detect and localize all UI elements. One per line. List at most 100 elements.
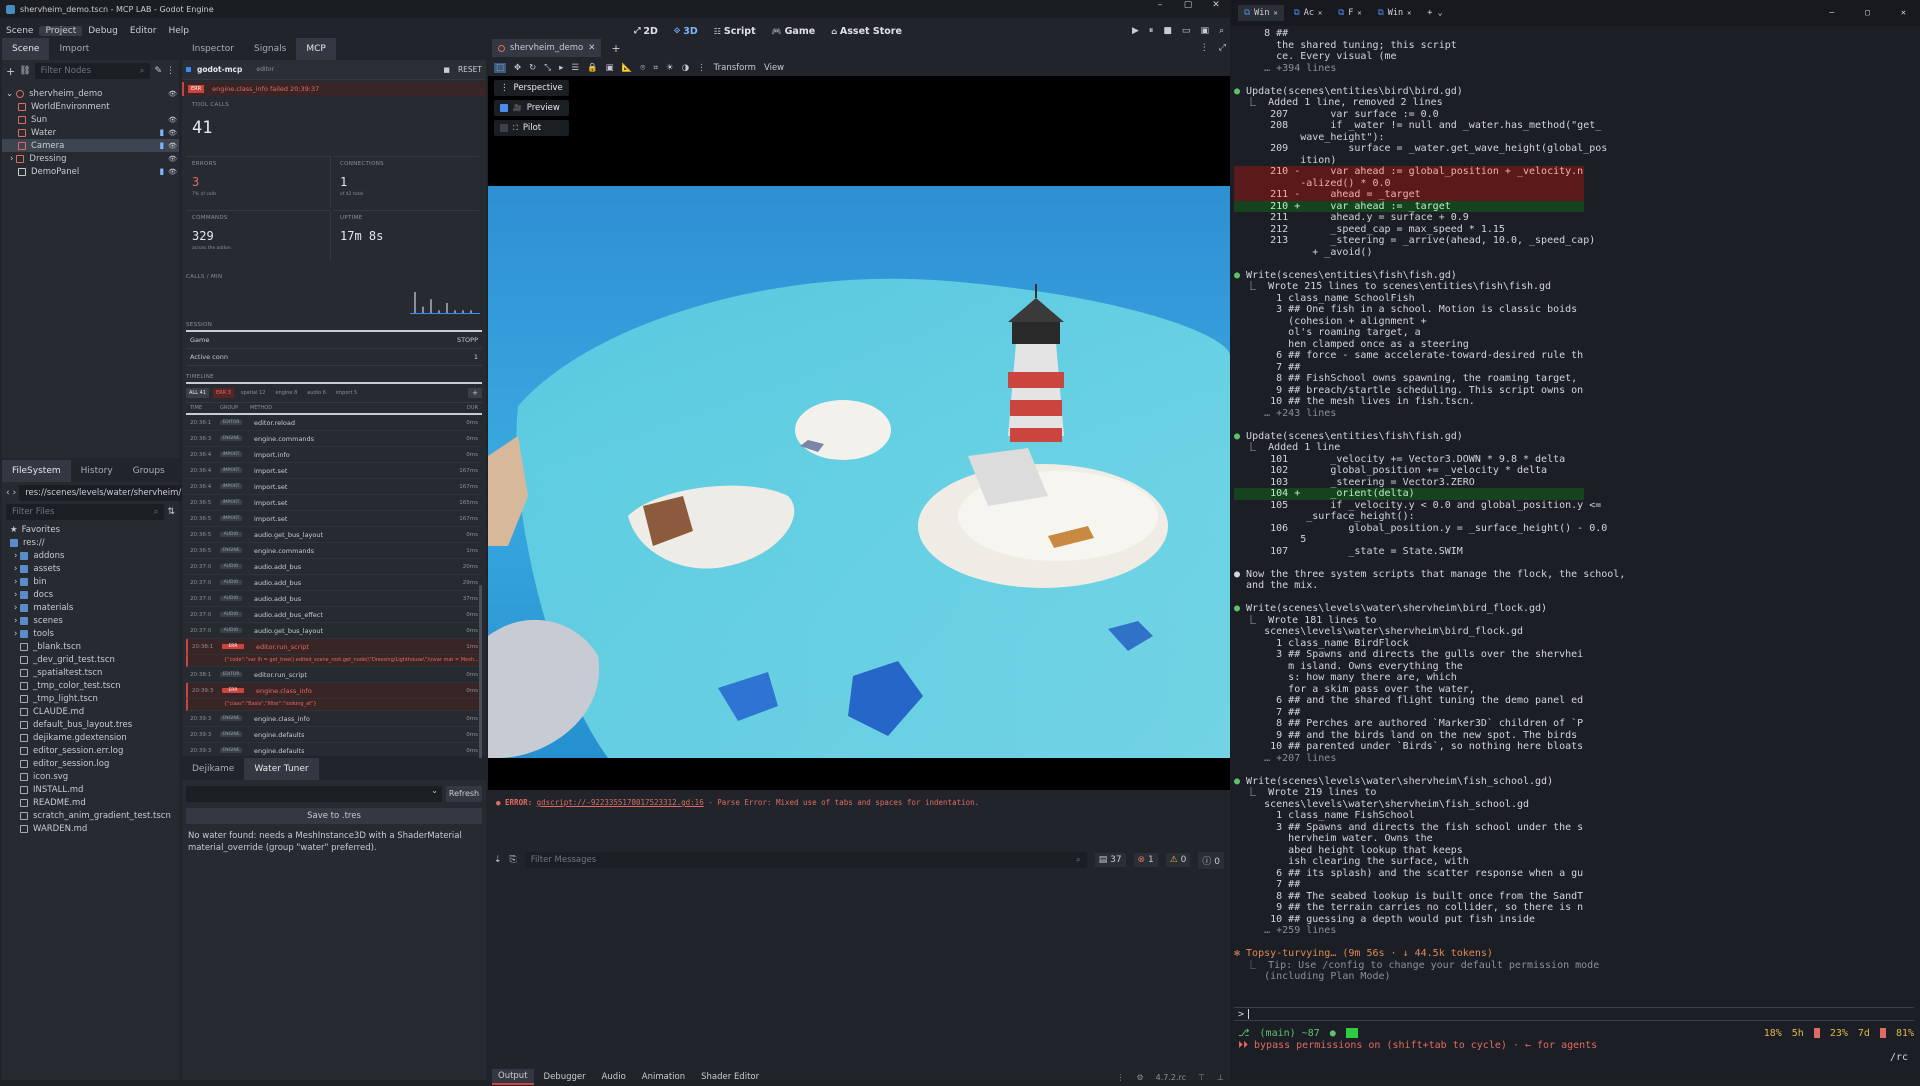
select-mode-icon[interactable]: ▸ <box>559 63 563 73</box>
timeline-scrollbar[interactable] <box>479 585 482 765</box>
timeline-row[interactable]: 20:38:1 ERR editor.run_script 1ms <box>186 639 482 655</box>
close-icon[interactable]: ✕ <box>1202 0 1230 10</box>
folder-item[interactable]: › materials <box>2 601 179 614</box>
folder-item[interactable]: res:// <box>2 536 179 549</box>
timeline-row[interactable]: 20:36:1 EDITOR editor.reload 0ms <box>186 415 482 431</box>
timeline-row[interactable]: 20:39:3 ENGINE engine.defaults 0ms <box>186 727 482 743</box>
warning-count[interactable]: ⚠ 0 <box>1165 853 1191 867</box>
terminal-tab[interactable]: ⧉ Ac ✕ <box>1288 5 1329 21</box>
close-tab-icon[interactable]: ✕ <box>1273 9 1277 17</box>
scene-node[interactable]: Water ▮ 👁 <box>2 126 179 139</box>
menu-help[interactable]: Help <box>163 26 196 36</box>
file-item[interactable]: README.md <box>2 796 179 809</box>
expand-icon[interactable]: › <box>14 577 17 587</box>
tab-filesystem[interactable]: FileSystem <box>2 460 71 482</box>
file-item[interactable]: icon.svg <box>2 770 179 783</box>
tab-dejikame[interactable]: Dejikame <box>182 758 244 780</box>
close-tab-icon[interactable]: ✕ <box>1407 9 1411 17</box>
visibility-icon[interactable]: 👁 <box>168 129 177 137</box>
back-icon[interactable]: ‹ <box>6 488 10 498</box>
timeline-row[interactable]: 20:39:3 ENGINE engine.class_info 0ms <box>186 711 482 727</box>
local-space-icon[interactable]: ⌾ <box>640 63 645 73</box>
timeline-row[interactable]: 20:36:4 IMPORT import.set 167ms <box>186 479 482 495</box>
workspace-game[interactable]: 🎮 Game <box>766 23 822 40</box>
env-preview-icon[interactable]: ◑ <box>682 63 689 73</box>
folder-item[interactable]: › addons <box>2 549 179 562</box>
transform-menu[interactable]: Transform <box>714 63 756 73</box>
file-item[interactable]: _blank.tscn <box>2 640 179 653</box>
timeline-row[interactable]: 20:36:5 IMPORT import.set 167ms <box>186 511 482 527</box>
terminal-window-controls[interactable]: – ▢ ✕ <box>1829 8 1906 18</box>
script-attached-icon[interactable]: ▮ <box>159 167 164 177</box>
panel-kebab-icon[interactable]: ⋮ <box>1116 1073 1124 1082</box>
file-item[interactable]: CLAUDE.md <box>2 705 179 718</box>
bottom-tab-animation[interactable]: Animation <box>636 1070 691 1084</box>
close-tab-icon[interactable]: ✕ <box>1357 9 1361 17</box>
file-item[interactable]: editor_session.err.log <box>2 744 179 757</box>
timeline-row[interactable]: 20:37:0 AUDIO audio.add_bus 37ms <box>186 591 482 607</box>
list-select-icon[interactable]: ☰ <box>571 63 579 73</box>
bottom-tab-debugger[interactable]: Debugger <box>538 1070 592 1084</box>
close-tab-icon[interactable]: ✕ <box>1318 9 1322 17</box>
timeline-row[interactable]: 20:36:5 ENGINE engine.commands 1ms <box>186 543 482 559</box>
file-item[interactable]: INSTALL.md <box>2 783 179 796</box>
file-item[interactable]: editor_session.log <box>2 757 179 770</box>
scene-node[interactable]: DemoPanel ▮ 👁 <box>2 165 179 178</box>
maximize-icon[interactable]: ▢ <box>1174 0 1202 10</box>
workspace-2d[interactable]: ⤢ 2D <box>628 23 664 40</box>
timeline-row[interactable]: 20:36:4 IMPORT import.set 167ms <box>186 463 482 479</box>
3d-viewport[interactable]: ⋮ Perspective 🎥 Preview ⛶ Pilot <box>488 76 1230 790</box>
move-tool-icon[interactable]: ✥ <box>514 63 521 73</box>
tab-groups[interactable]: Groups <box>123 460 175 482</box>
visibility-icon[interactable]: 👁 <box>168 155 177 163</box>
tab-water-tuner[interactable]: Water Tuner <box>244 758 319 780</box>
visibility-icon[interactable]: 👁 <box>168 90 177 98</box>
refresh-button[interactable]: Refresh <box>446 786 482 802</box>
filter-chip[interactable]: audio 6 <box>304 388 329 398</box>
terminal-tab[interactable]: ⧉ F ✕ <box>1332 5 1367 21</box>
file-item[interactable]: _spatialtest.tscn <box>2 666 179 679</box>
scene-node[interactable]: › Dressing 👁 <box>2 152 179 165</box>
filter-chip[interactable]: spatial 12 <box>238 388 269 398</box>
remote-debug-icon[interactable]: ▭ <box>1182 26 1191 36</box>
snap-icon[interactable]: ⌗ <box>653 63 658 73</box>
stop-icon[interactable]: ■ <box>443 66 450 74</box>
workspace-script[interactable]: ☷ Script <box>708 23 762 40</box>
add-node-icon[interactable]: + <box>6 65 15 78</box>
viewport-option-perspective[interactable]: ⋮ Perspective <box>494 80 569 96</box>
clear-output-icon[interactable]: ⇣ <box>494 855 502 865</box>
scene-node[interactable]: ⌄ shervheim_demo 👁 <box>2 87 179 100</box>
play-icon[interactable]: ▶ <box>1132 26 1139 36</box>
tab-mcp[interactable]: MCP <box>296 38 336 60</box>
timeline-row[interactable]: 20:37:0 AUDIO audio.add_bus 20ms <box>186 559 482 575</box>
save-button[interactable]: Save to .tres <box>186 808 482 824</box>
folder-item[interactable]: › scenes <box>2 614 179 627</box>
bottom-tab-audio[interactable]: Audio <box>596 1070 632 1084</box>
timeline-row[interactable]: 20:37:0 AUDIO audio.add_bus_effect 0ms <box>186 607 482 623</box>
kebab-menu-icon[interactable]: ⋮ <box>166 66 175 76</box>
folder-item[interactable]: › bin <box>2 575 179 588</box>
folder-item[interactable]: › docs <box>2 588 179 601</box>
terminal-tab[interactable]: ⧉ Win ✕ <box>1238 5 1284 21</box>
add-filter-icon[interactable]: + <box>468 388 482 398</box>
info-count[interactable]: ⓘ 0 <box>1198 851 1224 869</box>
search-help-icon[interactable]: ⌕ <box>1219 26 1224 36</box>
select-tool-icon[interactable]: ⬚ <box>494 63 507 73</box>
group-icon[interactable]: ▣ <box>606 63 614 73</box>
workspace-3d[interactable]: ⟐ 3D <box>668 23 704 40</box>
scene-kebab-icon[interactable]: ⋮ <box>1200 43 1209 53</box>
tab-signals[interactable]: Signals <box>244 38 296 60</box>
expand-icon[interactable]: › <box>14 616 17 626</box>
scene-node[interactable]: Sun 👁 <box>2 113 179 126</box>
view-menu[interactable]: View <box>764 63 784 73</box>
file-item[interactable]: WARDEN.md <box>2 822 179 835</box>
more-icon[interactable]: ⋮ <box>697 63 706 73</box>
scene-node[interactable]: WorldEnvironment <box>2 100 179 113</box>
close-tab-icon[interactable]: ✕ <box>588 43 595 53</box>
reset-button[interactable]: RESET <box>458 65 482 74</box>
distraction-free-icon[interactable]: ⤢ <box>1219 43 1226 53</box>
prompt-line[interactable]: > <box>1234 1007 1914 1021</box>
script-attached-icon[interactable]: ▮ <box>159 141 164 151</box>
script-attached-icon[interactable]: ▮ <box>159 128 164 138</box>
folder-item[interactable]: › tools <box>2 627 179 640</box>
